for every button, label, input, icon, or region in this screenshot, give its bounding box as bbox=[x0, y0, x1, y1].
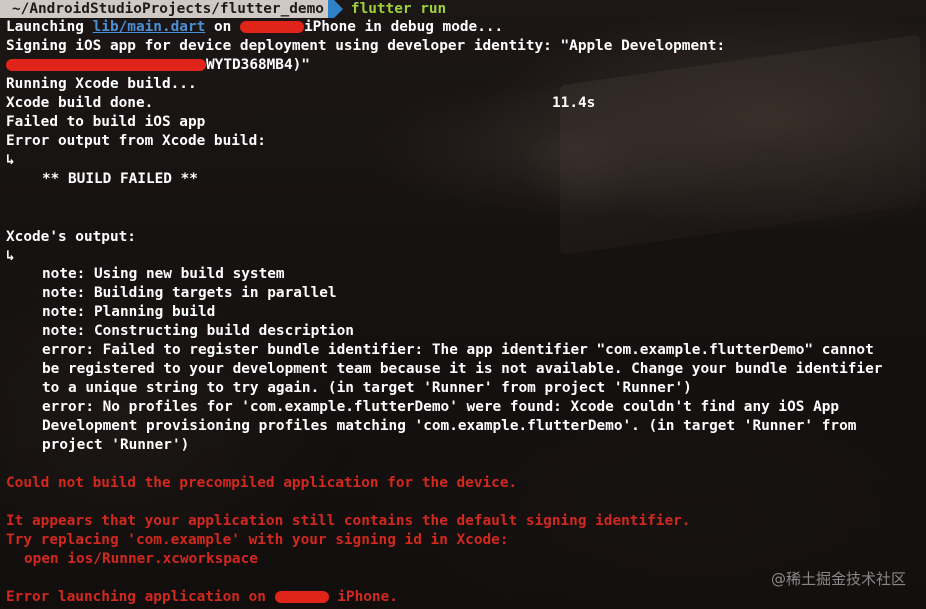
return-arrow-icon: ↳ bbox=[6, 248, 15, 264]
main-dart-link[interactable]: lib/main.dart bbox=[93, 19, 206, 35]
xcode-done-text: Xcode build done. bbox=[6, 95, 154, 111]
output-line-error: error: Failed to register bundle identif… bbox=[42, 342, 874, 358]
error-launching-suffix: iPhone. bbox=[328, 589, 398, 605]
redacted-identity bbox=[6, 59, 206, 71]
xcode-build-time: 11.4s bbox=[552, 95, 596, 111]
output-line-error: error: No profiles for 'com.example.flut… bbox=[42, 399, 840, 415]
output-line-error: Development provisioning profiles matchi… bbox=[42, 418, 857, 434]
output-line-signing: Signing iOS app for device deployment us… bbox=[6, 38, 726, 54]
output-line-error: project 'Runner') bbox=[42, 437, 190, 453]
redacted-device-name bbox=[274, 591, 329, 603]
output-line-note: note: Using new build system bbox=[42, 266, 285, 282]
output-line-error: be registered to your development team b… bbox=[42, 361, 883, 377]
output-line-failed-build: Failed to build iOS app bbox=[6, 114, 206, 130]
launching-suffix: iPhone in debug mode... bbox=[303, 19, 504, 35]
output-line-note: note: Constructing build description bbox=[42, 323, 354, 339]
output-line-identity: WYTD368MB4)" bbox=[6, 56, 310, 75]
output-line-error: to a unique string to try again. (in tar… bbox=[42, 380, 692, 396]
output-line-error-launching: Error launching application on iPhone. bbox=[6, 588, 398, 607]
output-line-note: note: Building targets in parallel bbox=[42, 285, 337, 301]
output-line-launching: Launching lib/main.dart on iPhone in deb… bbox=[6, 18, 503, 37]
output-line-try-replacing: Try replacing 'com.example' with your si… bbox=[6, 532, 509, 548]
output-line-appears: It appears that your application still c… bbox=[6, 513, 691, 529]
prompt-path: ~/AndroidStudioProjects/flutter_demo bbox=[0, 0, 328, 18]
output-line-xcode-done: Xcode build done. 11.4s bbox=[6, 94, 606, 113]
watermark: @稀土掘金技术社区 bbox=[770, 570, 906, 588]
terminal-window[interactable]: ~/AndroidStudioProjects/flutter_demo flu… bbox=[0, 0, 926, 609]
redacted-device-name bbox=[239, 21, 304, 33]
output-line-xcode-output: Xcode's output: bbox=[6, 229, 136, 245]
output-line-build-failed: ** BUILD FAILED ** bbox=[42, 171, 198, 187]
launching-on: on bbox=[205, 19, 240, 35]
output-line-note: note: Planning build bbox=[42, 304, 216, 320]
error-launching-prefix: Error launching application on bbox=[6, 589, 275, 605]
prompt-command: flutter run bbox=[350, 1, 447, 17]
output-line-open-workspace: open ios/Runner.xcworkspace bbox=[24, 551, 258, 567]
output-line-could-not-build: Could not build the precompiled applicat… bbox=[6, 475, 518, 491]
prompt-arrow-icon bbox=[333, 0, 343, 18]
launching-prefix: Launching bbox=[6, 19, 93, 35]
output-line-running-xcode: Running Xcode build... bbox=[6, 76, 197, 92]
identity-suffix: WYTD368MB4)" bbox=[206, 57, 310, 73]
shell-prompt: ~/AndroidStudioProjects/flutter_demo flu… bbox=[0, 0, 446, 18]
output-line-error-output: Error output from Xcode build: bbox=[6, 133, 266, 149]
return-arrow-icon: ↳ bbox=[6, 152, 15, 168]
